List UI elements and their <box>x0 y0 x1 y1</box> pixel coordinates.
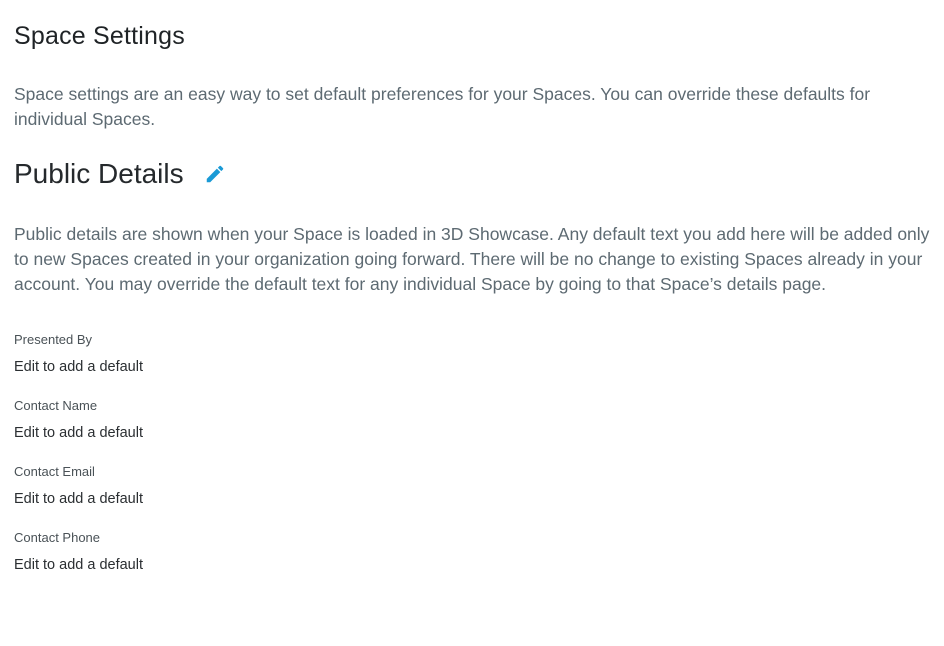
section-description: Public details are shown when your Space… <box>14 224 930 294</box>
public-details-fields: Presented By Edit to add a default Conta… <box>14 331 930 575</box>
field-value: Edit to add a default <box>14 557 143 573</box>
field-value: Edit to add a default <box>14 359 143 375</box>
field-label: Contact Email <box>14 464 95 479</box>
field-contact-email: Contact Email Edit to add a default <box>14 463 930 509</box>
field-label: Contact Phone <box>14 530 101 545</box>
page-description: Space settings are an easy way to set de… <box>14 84 871 129</box>
field-presented-by: Presented By Edit to add a default <box>14 331 930 377</box>
page-title: Space Settings <box>14 22 185 50</box>
field-value: Edit to add a default <box>14 491 143 507</box>
field-label: Presented By <box>14 332 93 347</box>
space-settings-page: Space Settings Space settings are an eas… <box>0 0 944 575</box>
field-contact-phone: Contact Phone Edit to add a default <box>14 529 930 575</box>
public-details-header: Public Details <box>14 156 930 192</box>
section-title: Public Details <box>14 158 184 189</box>
edit-public-details-button[interactable] <box>202 161 228 187</box>
pencil-icon <box>206 165 223 183</box>
field-contact-name: Contact Name Edit to add a default <box>14 397 930 443</box>
field-label: Contact Name <box>14 398 98 413</box>
field-value: Edit to add a default <box>14 425 143 441</box>
